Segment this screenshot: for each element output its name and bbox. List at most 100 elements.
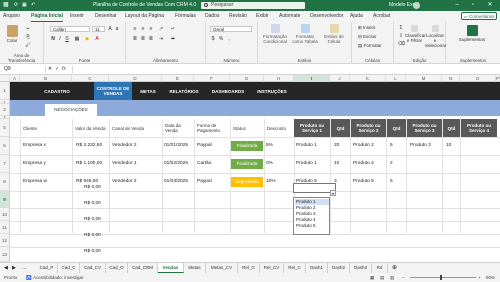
sheet-tab-active[interactable]: Vendas [158, 263, 184, 273]
delete-button[interactable]: ⊟ Excluir [358, 34, 377, 39]
tab-pagina-inicial[interactable]: Página Inicial [31, 11, 63, 22]
dropdown-option[interactable]: Produto 2 [295, 205, 329, 211]
zoom-slider[interactable] [410, 277, 476, 278]
number-format-select[interactable]: Geral [210, 26, 252, 32]
undo-icon[interactable]: ↶ [31, 0, 35, 11]
cell-desconto[interactable]: 10% [266, 177, 276, 187]
add-sheet-icon[interactable]: ⊕ [392, 264, 397, 271]
status-badge[interactable]: Finalizada [231, 141, 263, 151]
cell-qtd-1[interactable]: 10 [334, 159, 339, 169]
row-header[interactable]: 5 [0, 119, 10, 137]
cell-data[interactable]: 01/01/2025 [164, 141, 188, 151]
borders-icon[interactable]: ▦ [74, 36, 80, 42]
cell-canal[interactable]: Vendedor 2 [112, 177, 137, 187]
row-header[interactable]: 7 [0, 155, 10, 173]
cell-valor-empty[interactable]: R$ 0,00 [84, 247, 101, 257]
fill-color-icon[interactable]: ◆ [84, 36, 90, 42]
dropdown-option[interactable]: Produto 3 [295, 211, 329, 217]
column-header[interactable]: G [230, 75, 264, 82]
sheet-tab[interactable]: Cad_C [58, 263, 80, 273]
column-header[interactable]: F [194, 75, 230, 82]
tab-dados[interactable]: Dados [205, 11, 219, 22]
comments-button[interactable]: ▭ Comentários [461, 12, 497, 20]
sheet-tab[interactable]: Cad_CV [80, 263, 106, 273]
row-header[interactable]: 1 [0, 82, 10, 100]
format-painter-icon[interactable]: 🖌 [24, 42, 32, 47]
grow-font-icon[interactable]: A [107, 26, 113, 32]
page-layout-icon[interactable]: ▤ [380, 273, 384, 282]
minimize-icon[interactable]: – [451, 0, 463, 11]
tab-automate[interactable]: Automate [279, 11, 300, 22]
sheet-tab[interactable]: Cad_O [106, 263, 128, 273]
formula-input[interactable] [72, 66, 494, 73]
cell-desconto[interactable]: 0% [266, 159, 273, 169]
zoom-slider-handle[interactable] [440, 275, 442, 280]
save-icon[interactable]: ▣ [22, 0, 27, 11]
cell-produto-3[interactable]: Produto 3 [410, 141, 431, 151]
orientation-icon[interactable]: ↗ [158, 26, 164, 32]
cell-produto-2[interactable]: Produto 4 [353, 159, 374, 169]
column-header[interactable]: I [294, 75, 330, 82]
sheet-tab[interactable]: Rel_C [284, 263, 306, 273]
search-box[interactable]: Pesquisar [201, 2, 305, 9]
close-icon[interactable]: ✕ [484, 0, 496, 11]
sheet-tab[interactable]: Dash2 [328, 263, 350, 273]
column-header[interactable]: J [330, 75, 350, 82]
paste-button[interactable]: Colar [3, 25, 21, 43]
cell-valor[interactable]: R$ 1.100,00 [76, 159, 102, 169]
tab-formulas[interactable]: Fórmulas [175, 11, 196, 22]
comma-icon[interactable]: , [226, 36, 232, 42]
shrink-font-icon[interactable]: a [114, 26, 120, 32]
nav-controle-vendas[interactable]: CONTROLE DE VENDAS [94, 82, 132, 100]
sheet-tab[interactable]: Metas [184, 263, 206, 273]
align-middle-icon[interactable]: ≡ [140, 26, 146, 32]
font-size-select[interactable]: 11 [92, 26, 105, 32]
percent-icon[interactable]: % [218, 36, 224, 42]
indent-icon[interactable]: ⇥ [158, 36, 164, 42]
copy-icon[interactable]: ⎘ [24, 34, 32, 39]
cell-valor-empty[interactable]: R$ 0,00 [84, 215, 101, 225]
avatar[interactable] [413, 2, 420, 9]
row-header[interactable]: 8 [0, 173, 10, 191]
nav-metas[interactable]: METAS [134, 82, 162, 100]
row-header[interactable]: 11 [0, 221, 10, 234]
tab-inserir[interactable]: Inserir [70, 11, 84, 22]
cell-data[interactable]: 01/03/2025 [164, 177, 188, 187]
next-sheet-icon[interactable]: ▶ [12, 265, 16, 271]
column-header[interactable]: B [20, 75, 72, 82]
name-box[interactable]: Q9 [2, 66, 46, 73]
clear-icon[interactable]: ⌫ [398, 41, 405, 47]
select-all-corner[interactable] [0, 75, 10, 82]
column-header[interactable]: H [264, 75, 294, 82]
cancel-icon[interactable]: ✕ [48, 66, 52, 73]
cell-qtd-2[interactable]: 5 [390, 177, 393, 187]
zoom-out-icon[interactable]: − [402, 273, 405, 282]
align-right-icon[interactable]: ≣ [148, 36, 154, 42]
column-header[interactable]: N [442, 75, 460, 82]
nav-relatorios[interactable]: RELATÓRIOS [162, 82, 206, 100]
status-badge[interactable]: Finalizada [231, 159, 263, 169]
cell-canal[interactable]: Vendedor 1 [112, 159, 137, 169]
column-header[interactable]: M [406, 75, 442, 82]
autosave-icon[interactable]: ⟳ [14, 0, 18, 11]
cell-qtd-2[interactable]: 5 [390, 141, 393, 151]
cell-cliente[interactable]: Empresa w [23, 177, 47, 187]
column-header[interactable]: C [72, 75, 109, 82]
cell-valor-empty[interactable]: R$ 0,00 [84, 231, 101, 241]
font-color-icon[interactable]: A [94, 36, 100, 42]
align-top-icon[interactable]: ≡ [132, 26, 138, 32]
confirm-icon[interactable]: ✓ [55, 66, 59, 73]
cell-qtd-3[interactable]: 10 [446, 141, 451, 151]
conditional-format-button[interactable]: Formatação Condicional [260, 24, 290, 44]
row-header[interactable]: 13 [0, 247, 10, 262]
zoom-in-icon[interactable]: + [478, 273, 481, 282]
maximize-icon[interactable]: ▫ [467, 0, 479, 11]
cell-valor-empty[interactable]: R$ 0,00 [84, 183, 101, 193]
cut-icon[interactable]: ✂ [24, 26, 32, 31]
sheet-tab[interactable]: Rel_CV [260, 263, 284, 273]
cell-valor[interactable]: R$ 2.232,50 [76, 141, 102, 151]
cell-qtd-1[interactable]: 20 [334, 141, 339, 151]
cell-data[interactable]: 01/02/2025 [164, 159, 188, 169]
cell-qtd-2[interactable]: 2 [390, 159, 393, 169]
row-header[interactable]: 3 [0, 104, 10, 116]
